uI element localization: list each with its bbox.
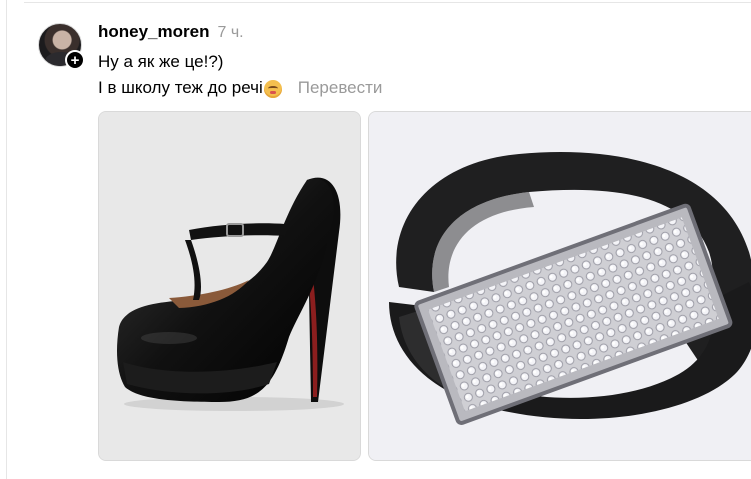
avatar-container[interactable]: + xyxy=(38,23,85,70)
threads-post: + honey_moren 7 ч. Ну а як же це!?) І в … xyxy=(0,0,751,479)
post-header: honey_moren 7 ч. xyxy=(98,22,244,42)
post-text-line-2: І в школу теж до речі Перевести xyxy=(98,78,382,98)
media-image-shoe[interactable] xyxy=(98,111,361,461)
media-image-belt[interactable] xyxy=(368,111,751,461)
follow-plus-icon[interactable]: + xyxy=(65,50,85,70)
smiling-face-emoji-icon xyxy=(263,80,282,98)
post-text: Ну а як же це!?) xyxy=(98,52,224,71)
translate-link[interactable]: Перевести xyxy=(298,78,383,98)
post-text-line-1: Ну а як же це!?) xyxy=(98,52,223,72)
timestamp[interactable]: 7 ч. xyxy=(217,24,243,42)
username[interactable]: honey_moren xyxy=(98,22,209,42)
thread-rail xyxy=(6,0,7,479)
crystal-buckle-belt-image xyxy=(369,112,751,460)
post-text: І в школу теж до речі xyxy=(98,78,263,97)
top-divider xyxy=(24,2,751,3)
high-heel-shoe-image xyxy=(99,112,360,460)
